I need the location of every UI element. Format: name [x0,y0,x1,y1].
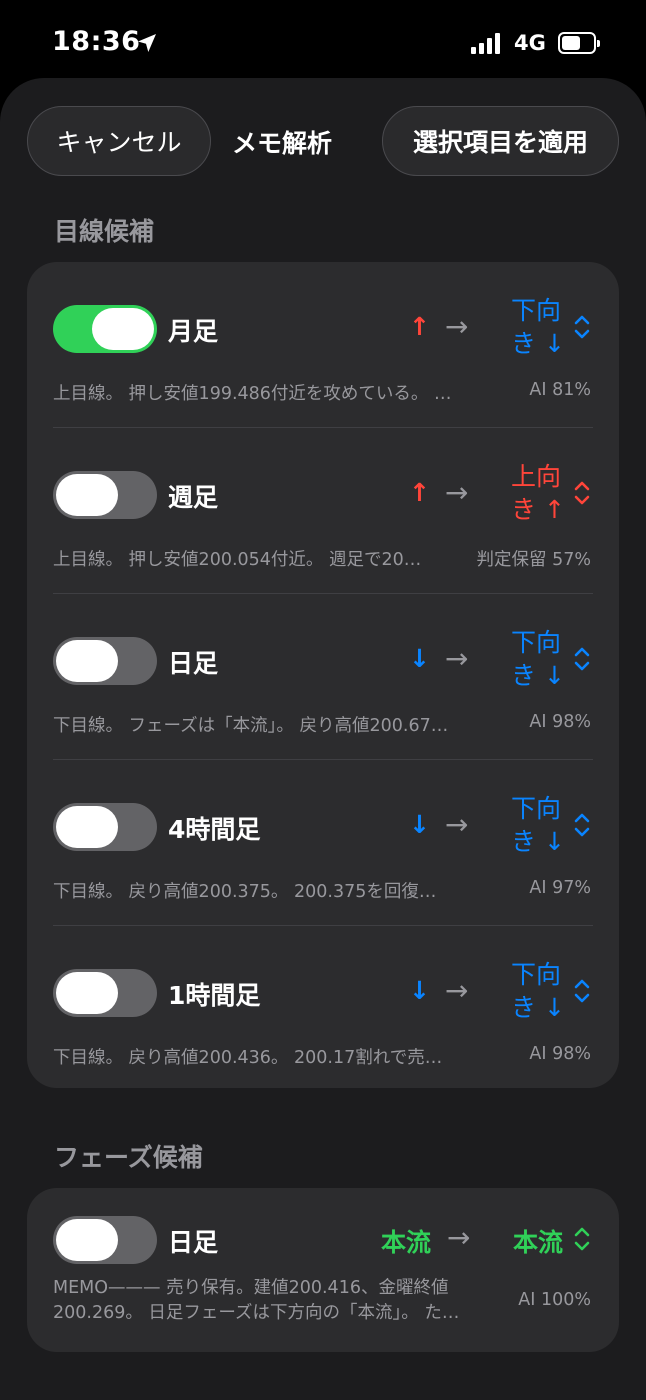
row-description: 下目線。 戻り高値200.436。 200.17割れで売り継… [53,1048,453,1068]
direction-value-line1: 上向 [511,462,562,491]
section-header-phase: フェーズ候補 [54,1143,203,1172]
row-confidence: AI 98% [529,1044,591,1064]
phase-description-line2: 200.269。 日足フェーズは下方向の「本流」。 た… [53,1303,460,1323]
phase-description: MEMO——— 売り保有。建値200.416、金曜終値 200.269。 日足フ… [53,1276,493,1326]
timeframe-label: 1時間足 [168,981,261,1010]
direction-value-picker[interactable]: 下向き ↓ [511,792,571,858]
section-header-direction: 目線候補 [54,217,155,246]
direction-row: 週足 ↑ → 上向き ↑ 上目線。 押し安値200.054付近。 週足で20… 判定保留 … [27,428,619,594]
current-direction-arrow: ↑ [409,312,430,341]
phase-description-line1: MEMO——— 売り保有。建値200.416、金曜終値 [53,1278,449,1298]
chevron-updown-icon[interactable] [573,646,591,672]
network-label: 4G [514,31,546,55]
toggle-knob [56,474,118,516]
direction-toggle[interactable] [53,803,157,851]
status-bar: 18:36 4G [0,0,646,80]
direction-value-line2: き ↑ [511,495,565,524]
toggle-knob [56,972,118,1014]
phase-value-picker[interactable]: 本流 [513,1223,563,1259]
direction-toggle[interactable] [53,969,157,1017]
memo-analysis-sheet: キャンセル メモ解析 選択項目を適用 目線候補 月足 ↑ → 下向き ↓ 上目線。 押し… [0,78,646,1400]
right-arrow-icon: → [445,642,469,675]
phase-confidence: AI 100% [518,1290,591,1310]
direction-row: 日足 ↓ → 下向き ↓ 下目線。 フェーズは「本流」。 戻り高値200.676。… AI… [27,594,619,760]
direction-candidates-card: 月足 ↑ → 下向き ↓ 上目線。 押し安値199.486付近を攻めている。 月… AI … [27,262,619,1088]
direction-value-line1: 下向 [511,296,562,325]
right-arrow-icon: → [445,974,469,1007]
direction-toggle[interactable] [53,305,157,353]
toggle-knob [56,1219,118,1261]
direction-row: 月足 ↑ → 下向き ↓ 上目線。 押し安値199.486付近を攻めている。 月… AI … [27,262,619,428]
signal-icon [471,32,500,54]
phase-toggle[interactable] [53,1216,157,1264]
row-description: 下目線。 フェーズは「本流」。 戻り高値200.676。… [53,716,453,736]
sheet-title: メモ解析 [232,129,333,158]
phase-row-label: 日足 [168,1228,219,1257]
direction-value-line1: 下向 [511,628,562,657]
row-confidence: 判定保留 57% [476,550,591,570]
direction-value-line1: 下向 [511,960,562,989]
current-direction-arrow: ↓ [409,976,430,1005]
current-direction-arrow: ↓ [409,644,430,673]
timeframe-label: 4時間足 [168,815,261,844]
right-arrow-icon: → [447,1221,471,1254]
direction-value-line2: き ↓ [511,993,565,1022]
direction-value-picker[interactable]: 下向き ↓ [511,626,571,692]
direction-value-line2: き ↓ [511,661,565,690]
direction-value-picker[interactable]: 上向き ↑ [511,460,571,526]
battery-icon [558,32,600,54]
right-arrow-icon: → [445,310,469,343]
direction-toggle[interactable] [53,637,157,685]
direction-toggle[interactable] [53,471,157,519]
row-confidence: AI 97% [529,878,591,898]
row-description: 下目線。 戻り高値200.375。 200.375を回復する… [53,882,453,902]
right-arrow-icon: → [445,476,469,509]
direction-row: 4時間足 ↓ → 下向き ↓ 下目線。 戻り高値200.375。 200.375を回復す… [27,760,619,926]
chevron-updown-icon[interactable] [573,812,591,838]
toggle-knob [92,308,154,350]
chevron-updown-icon[interactable] [573,978,591,1004]
timeframe-label: 月足 [168,317,219,346]
phase-candidates-card: 日足 本流 → 本流 MEMO——— 売り保有。建値200.416、金曜終値 2… [27,1188,619,1352]
row-description: 上目線。 押し安値200.054付近。 週足で20… [53,550,422,570]
timeframe-label: 日足 [168,649,219,678]
current-direction-arrow: ↓ [409,810,430,839]
chevron-updown-icon[interactable] [573,1226,591,1252]
phase-row: 日足 本流 → 本流 MEMO——— 売り保有。建値200.416、金曜終値 2… [27,1188,619,1352]
current-direction-arrow: ↑ [409,478,430,507]
phase-from-value: 本流 [381,1228,432,1257]
location-arrow-icon [138,34,156,52]
direction-row: 1時間足 ↓ → 下向き ↓ 下目線。 戻り高値200.436。 200.17割れで売り… [27,926,619,1092]
row-confidence: AI 81% [529,380,591,400]
cancel-button[interactable]: キャンセル [27,106,211,176]
status-time: 18:36 [52,26,141,57]
toggle-knob [56,806,118,848]
direction-value-line1: 下向 [511,794,562,823]
chevron-updown-icon[interactable] [573,480,591,506]
direction-value-line2: き ↓ [511,827,565,856]
right-arrow-icon: → [445,808,469,841]
direction-value-picker[interactable]: 下向き ↓ [511,294,571,360]
direction-value-picker[interactable]: 下向き ↓ [511,958,571,1024]
chevron-updown-icon[interactable] [573,314,591,340]
direction-value-line2: き ↓ [511,329,565,358]
toggle-knob [56,640,118,682]
apply-selected-button[interactable]: 選択項目を適用 [382,106,619,176]
timeframe-label: 週足 [168,483,219,512]
row-description: 上目線。 押し安値199.486付近を攻めている。 月… [53,384,453,404]
row-confidence: AI 98% [529,712,591,732]
